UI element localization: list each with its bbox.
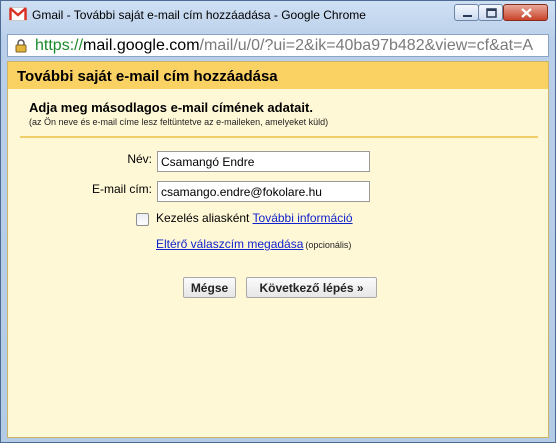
divider (20, 136, 538, 138)
alias-row: Kezelés aliasként További információ (156, 211, 353, 225)
dialog-header: További saját e-mail cím hozzáadása (8, 62, 548, 89)
dialog-title: További saját e-mail cím hozzáadása (17, 68, 278, 85)
alias-checkbox[interactable] (136, 213, 149, 226)
email-input[interactable] (157, 181, 370, 202)
optional-note: (opcionális) (305, 240, 352, 250)
maximize-icon[interactable] (478, 4, 503, 21)
reply-to-link[interactable]: Eltérő válaszcím megadása (156, 237, 303, 251)
alias-label: Kezelés aliasként (156, 211, 250, 225)
dialog-page: További saját e-mail cím hozzáadása Adja… (7, 61, 549, 438)
name-input[interactable] (157, 151, 370, 172)
url-host: mail.google.com (83, 37, 200, 54)
minimize-icon[interactable] (454, 4, 479, 21)
browser-window: Gmail - További saját e-mail cím hozzáad… (0, 0, 556, 443)
intro-subtitle: (az Ön neve és e-mail címe lesz feltünte… (29, 117, 329, 127)
url-scheme: https:// (35, 37, 84, 54)
url-path: /mail/u/0/?ui=2&ik=40ba97b482&view=cf&at… (199, 37, 534, 54)
lock-icon (15, 39, 27, 56)
address-bar[interactable]: https://mail.google.com/mail/u/0/?ui=2&i… (7, 34, 549, 57)
name-label: Név: (127, 152, 152, 166)
cancel-button[interactable]: Mégse (183, 277, 236, 298)
close-icon[interactable] (503, 4, 548, 21)
reply-to-row: Eltérő válaszcím megadása (opcionális) (156, 235, 351, 253)
email-label: E-mail cím: (92, 182, 152, 196)
next-step-button[interactable]: Következő lépés » (246, 277, 377, 298)
url-text: https://mail.google.com/mail/u/0/?ui=2&i… (35, 37, 533, 55)
window-title: Gmail - További saját e-mail cím hozzáad… (32, 8, 366, 22)
gmail-icon (9, 7, 27, 21)
title-bar[interactable]: Gmail - További saját e-mail cím hozzáad… (1, 1, 555, 29)
intro-title: Adja meg másodlagos e-mail címének adata… (29, 100, 313, 115)
more-info-link[interactable]: További információ (253, 211, 353, 225)
